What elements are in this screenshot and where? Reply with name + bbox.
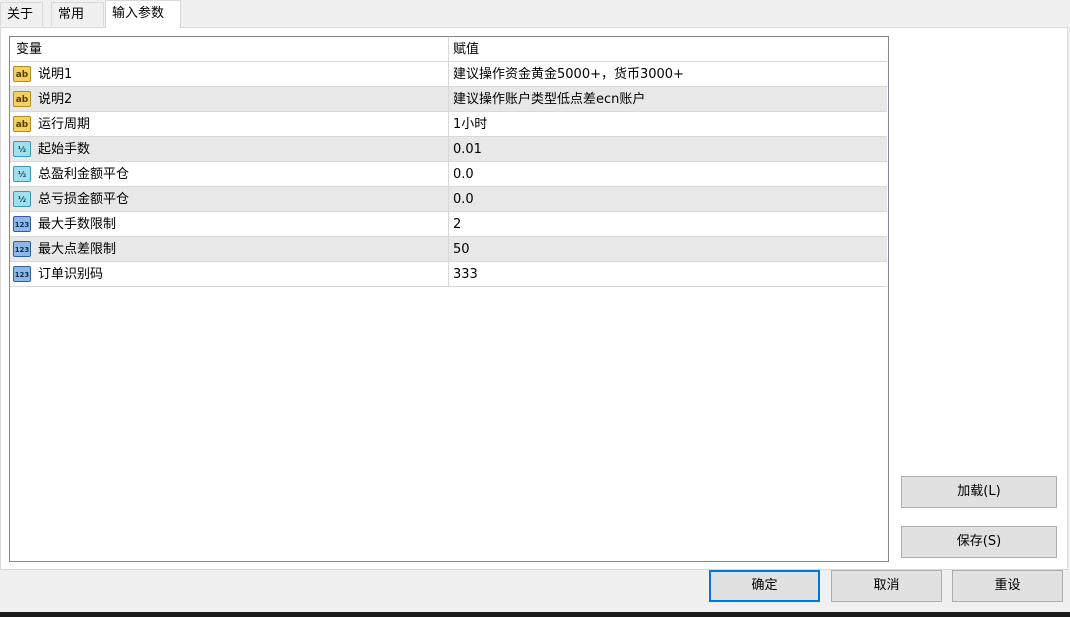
load-button[interactable]: 加载(L): [901, 476, 1057, 508]
tab-common-label: 常用: [58, 7, 85, 22]
column-header-variable[interactable]: 变量: [10, 37, 449, 62]
table-row[interactable]: 123 订单识别码 333: [10, 262, 887, 287]
double-type-icon: ½: [13, 166, 31, 182]
parameter-name: 说明1: [38, 67, 73, 82]
cancel-button-label: 取消: [873, 578, 900, 593]
cancel-button[interactable]: 取消: [831, 570, 942, 602]
double-type-icon: ½: [13, 141, 31, 157]
integer-type-icon: 123: [13, 266, 31, 282]
ok-button[interactable]: 确定: [709, 570, 820, 602]
integer-type-icon: 123: [13, 216, 31, 232]
table-row[interactable]: 123 最大手数限制 2: [10, 212, 887, 237]
table-row[interactable]: ½ 总盈利金额平仓 0.0: [10, 162, 887, 187]
save-button-label: 保存(S): [956, 534, 1002, 549]
parameter-value[interactable]: 建议操作资金黄金5000+，货币3000+: [449, 62, 887, 87]
parameter-name: 起始手数: [38, 142, 91, 157]
parameter-value[interactable]: 1小时: [449, 112, 887, 137]
parameter-value[interactable]: 建议操作账户类型低点差ecn账户: [449, 87, 887, 112]
string-type-icon: ab: [13, 66, 31, 82]
parameters-grid: 变量 赋值 ab 说明1 建议操作资金黄金5000+，货币3000+ ab 说明2 …: [9, 36, 889, 562]
parameter-value[interactable]: 0.0: [449, 162, 887, 187]
string-type-icon: ab: [13, 91, 31, 107]
table-row[interactable]: ½ 起始手数 0.01: [10, 137, 887, 162]
integer-type-icon: 123: [13, 241, 31, 257]
parameter-name: 订单识别码: [38, 267, 104, 282]
parameter-name: 最大手数限制: [38, 217, 117, 232]
table-row[interactable]: 123 最大点差限制 50: [10, 237, 887, 262]
parameter-name: 说明2: [38, 92, 73, 107]
parameter-value[interactable]: 50: [449, 237, 887, 262]
parameter-name: 运行周期: [38, 117, 91, 132]
table-row[interactable]: ab 运行周期 1小时: [10, 112, 887, 137]
parameter-name: 总亏损金额平仓: [38, 192, 130, 207]
parameter-value[interactable]: 2: [449, 212, 887, 237]
tab-input-parameters-label: 输入参数: [112, 6, 165, 21]
grid-header-row: 变量 赋值: [10, 37, 887, 62]
tab-common[interactable]: 常用: [51, 2, 104, 26]
taskbar-strip: [0, 612, 1070, 617]
save-button[interactable]: 保存(S): [901, 526, 1057, 558]
reset-button-label: 重设: [994, 578, 1021, 593]
table-row[interactable]: ab 说明1 建议操作资金黄金5000+，货币3000+: [10, 62, 887, 87]
tab-about-label: 关于: [7, 7, 34, 22]
ok-button-label: 确定: [751, 578, 778, 593]
reset-button[interactable]: 重设: [952, 570, 1063, 602]
tab-about[interactable]: 关于: [0, 2, 43, 26]
double-type-icon: ½: [13, 191, 31, 207]
tab-bar: 关于 常用 输入参数: [0, 0, 1070, 28]
parameter-name: 总盈利金额平仓: [38, 167, 130, 182]
table-row[interactable]: ½ 总亏损金额平仓 0.0: [10, 187, 887, 212]
column-header-value[interactable]: 赋值: [449, 37, 887, 62]
parameter-value[interactable]: 0.01: [449, 137, 887, 162]
load-button-label: 加载(L): [957, 484, 1001, 499]
parameter-name: 最大点差限制: [38, 242, 117, 257]
table-row[interactable]: ab 说明2 建议操作账户类型低点差ecn账户: [10, 87, 887, 112]
string-type-icon: ab: [13, 116, 31, 132]
parameter-value[interactable]: 0.0: [449, 187, 887, 212]
parameter-value[interactable]: 333: [449, 262, 887, 287]
tab-input-parameters[interactable]: 输入参数: [105, 0, 181, 28]
